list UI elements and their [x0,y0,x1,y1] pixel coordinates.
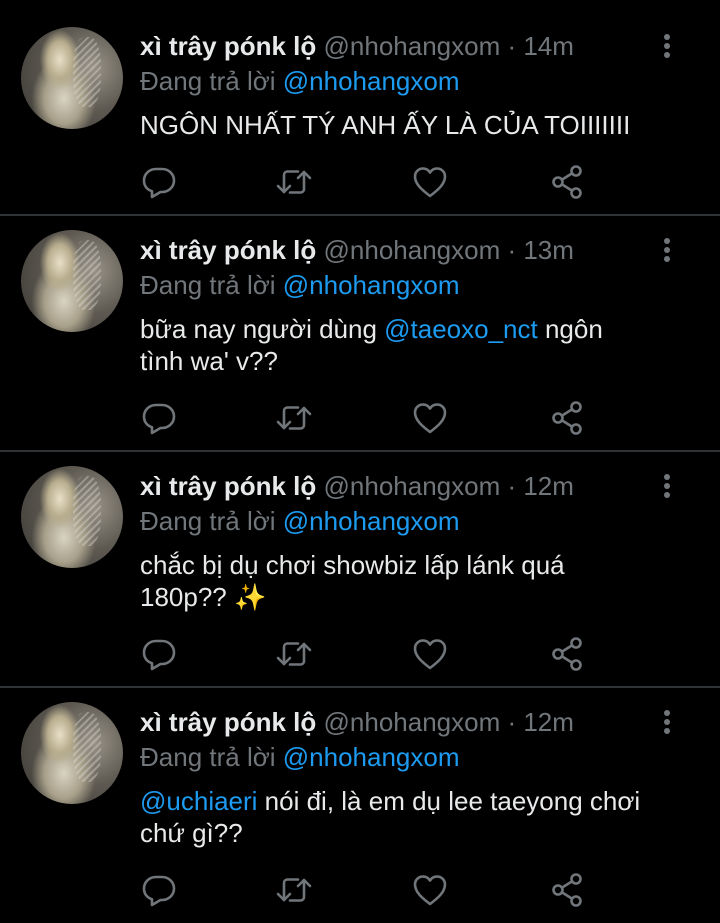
text-segment: ngôn [537,314,603,344]
replying-to-mention[interactable]: @nhohangxom [283,66,460,96]
timestamp[interactable]: · 13m [507,235,573,265]
timestamp[interactable]: · 12m [507,707,573,737]
retweet-icon[interactable] [274,870,314,910]
user-handle[interactable]: @nhohangxom [324,235,501,265]
text-segment: 180p?? ✨ [140,582,267,612]
tweet-header: xì trây pónk lộ @nhohangxom · 13m [140,235,574,265]
avatar[interactable] [21,230,123,332]
tweet-text-line: 180p?? ✨ [140,581,680,613]
tweet-text-line: bữa nay người dùng @taeoxo_nct ngôn [140,313,680,345]
replying-to: Đang trả lời @nhohangxom [140,66,460,96]
text-segment: bữa nay người dùng [140,314,385,344]
replying-to-label: Đang trả lời [140,270,283,300]
avatar[interactable] [21,27,123,129]
retweet-icon[interactable] [274,634,314,674]
replying-to: Đang trả lời @nhohangxom [140,506,460,536]
text-segment: chắc bị dụ chơi showbiz lấp lánk quá [140,550,565,580]
text-segment: chứ gì?? [140,818,243,848]
reply-icon[interactable] [139,161,179,201]
reply-icon[interactable] [139,869,179,909]
heart-icon[interactable] [410,162,450,202]
heart-icon[interactable] [410,870,450,910]
mention-link[interactable]: @uchiaeri [140,786,257,816]
replying-to: Đang trả lời @nhohangxom [140,742,460,772]
tweet-text-line: chắc bị dụ chơi showbiz lấp lánk quá [140,549,680,581]
heart-icon[interactable] [410,634,450,674]
replying-to: Đang trả lời @nhohangxom [140,270,460,300]
divider [0,686,720,688]
text-segment: NGÔN NHẤT TÝ ANH ẤY LÀ CỦA TOIIIIIII [140,110,631,140]
tweet-text-line: NGÔN NHẤT TÝ ANH ẤY LÀ CỦA TOIIIIIII [140,109,680,141]
timestamp[interactable]: · 14m [507,31,573,61]
replying-to-mention[interactable]: @nhohangxom [283,506,460,536]
divider [0,214,720,216]
more-vertical-icon[interactable] [656,32,678,62]
replying-to-mention[interactable]: @nhohangxom [283,742,460,772]
retweet-icon[interactable] [274,162,314,202]
tweet-text: @uchiaeri nói đi, là em dụ lee taeyong c… [140,785,680,849]
avatar[interactable] [21,702,123,804]
tweet-text: bữa nay người dùng @taeoxo_nct ngôn tình… [140,313,680,377]
user-handle[interactable]: @nhohangxom [324,471,501,501]
tweet-header: xì trây pónk lộ @nhohangxom · 12m [140,471,574,501]
share-icon[interactable] [547,870,587,910]
reply-icon[interactable] [139,397,179,437]
more-vertical-icon[interactable] [656,472,678,502]
tweet-header: xì trây pónk lộ @nhohangxom · 12m [140,707,574,737]
user-handle[interactable]: @nhohangxom [324,707,501,737]
timestamp[interactable]: · 12m [507,471,573,501]
more-vertical-icon[interactable] [656,708,678,738]
share-icon[interactable] [547,162,587,202]
reply-icon[interactable] [139,633,179,673]
tweet-text-line: @uchiaeri nói đi, là em dụ lee taeyong c… [140,785,680,817]
heart-icon[interactable] [410,398,450,438]
text-segment: tình wa' v?? [140,346,278,376]
mention-link[interactable]: @taeoxo_nct [384,314,538,344]
tweet-text: chắc bị dụ chơi showbiz lấp lánk quá 180… [140,549,680,613]
tweet-text-line: tình wa' v?? [140,345,680,377]
share-icon[interactable] [547,634,587,674]
replying-to-label: Đang trả lời [140,66,283,96]
replying-to-label: Đang trả lời [140,506,283,536]
reply-thread: xì trây pónk lộ @nhohangxom · 14m Đang t… [0,0,720,923]
replying-to-mention[interactable]: @nhohangxom [283,270,460,300]
display-name[interactable]: xì trây pónk lộ [140,707,316,737]
tweet-text: NGÔN NHẤT TÝ ANH ẤY LÀ CỦA TOIIIIIII [140,109,680,141]
retweet-icon[interactable] [274,398,314,438]
display-name[interactable]: xì trây pónk lộ [140,471,316,501]
display-name[interactable]: xì trây pónk lộ [140,235,316,265]
replying-to-label: Đang trả lời [140,742,283,772]
user-handle[interactable]: @nhohangxom [324,31,501,61]
tweet-header: xì trây pónk lộ @nhohangxom · 14m [140,31,574,61]
avatar[interactable] [21,466,123,568]
divider [0,450,720,452]
more-vertical-icon[interactable] [656,236,678,266]
text-segment: nói đi, là em dụ lee taeyong chơi [257,786,641,816]
share-icon[interactable] [547,398,587,438]
display-name[interactable]: xì trây pónk lộ [140,31,316,61]
tweet-text-line: chứ gì?? [140,817,680,849]
